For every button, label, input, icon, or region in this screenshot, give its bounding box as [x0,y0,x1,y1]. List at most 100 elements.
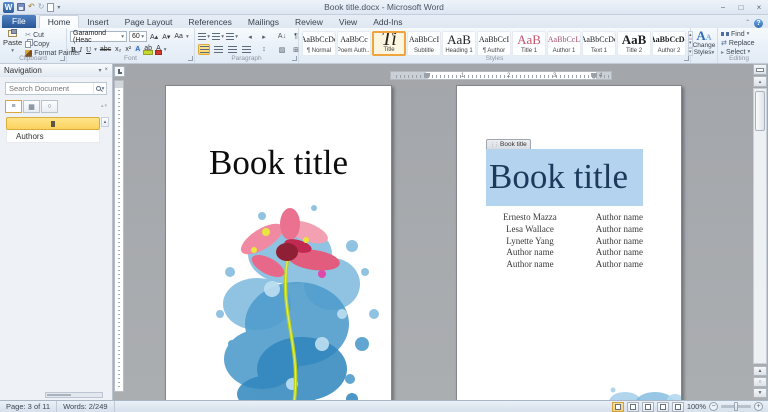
search-input[interactable] [6,84,93,93]
justify-button[interactable] [240,44,252,55]
tab-stop-selector[interactable] [114,66,125,77]
align-center-button[interactable] [212,44,224,55]
author-name-cell[interactable]: Author name [574,224,643,236]
author-name-cell[interactable]: Ernesto Mazza [486,212,574,224]
italic-button[interactable]: I [79,46,83,54]
bold-button[interactable]: B [70,46,77,54]
style-normal[interactable]: AaBbCcDc ¶ Normal [302,31,336,56]
author-name-cell[interactable]: Lesa Wallace [486,224,574,236]
pane-close-icon[interactable]: × [104,67,108,73]
browse-results-tab[interactable]: ○ [41,100,58,113]
author-name-cell[interactable]: Author name [486,259,574,271]
highlight-button[interactable]: ab [143,45,153,55]
bullets-button[interactable]: ▾ [198,31,210,42]
author-name-cell[interactable]: Lynette Yang [486,236,574,248]
fullscreen-reading-view-button[interactable] [627,402,639,412]
align-right-button[interactable] [226,44,238,55]
tab-file[interactable]: File [2,15,36,28]
selected-title-text[interactable]: Book title [486,149,643,206]
font-size-select[interactable]: 60 ▾ [129,31,147,42]
minimize-button[interactable]: − [714,1,732,13]
nav-hscroll-thumb[interactable] [47,394,71,396]
scrollbar-thumb[interactable] [755,91,765,131]
paragraph-dialog-launcher[interactable] [292,56,297,61]
replace-button[interactable]: ⇄ Replace [721,39,757,47]
close-button[interactable]: × [750,1,768,13]
browse-pages-tab[interactable]: ▦ [23,100,40,113]
numbering-button[interactable]: ▾ [212,31,224,42]
zoom-slider[interactable] [721,405,751,408]
draft-view-button[interactable] [672,402,684,412]
clipboard-dialog-launcher[interactable] [60,56,65,61]
outline-view-button[interactable] [657,402,669,412]
nav-horizontal-scrollbar[interactable] [45,392,103,398]
tab-review[interactable]: Review [287,16,331,28]
shading-button[interactable]: ▨ [276,44,288,55]
font-dialog-launcher[interactable] [188,56,193,61]
zoom-in-button[interactable]: + [754,402,763,411]
quick-print-icon[interactable] [47,3,54,12]
next-result-icon[interactable]: ▾ [104,104,107,109]
nav-item-authors[interactable]: Authors [6,130,100,143]
shrink-font-button[interactable]: A▾ [161,33,171,41]
superscript-button[interactable]: x² [124,46,132,53]
content-control-tab[interactable]: ⋮⋮ Book title [486,139,531,149]
style-subtitle[interactable]: AaBbCcI Subtitle [407,31,441,56]
tab-addins[interactable]: Add-Ins [365,16,410,28]
tab-references[interactable]: References [180,16,239,28]
font-color-button[interactable]: A [155,45,162,55]
watercolor-flower-image[interactable] [202,194,392,405]
grow-font-button[interactable]: A▴ [149,33,159,41]
style-poem-author[interactable]: AaBbCc Poem Auth... [337,31,371,56]
author-name-cell[interactable]: Author name [574,236,643,248]
tab-insert[interactable]: Insert [79,16,116,28]
style-author-2[interactable]: AaBbCcDc Author 2 [652,31,686,56]
help-icon[interactable]: ? [754,19,763,28]
undo-icon[interactable]: ↶ [28,3,35,11]
paste-button[interactable]: Paste ▾ [3,30,22,54]
word-count-indicator[interactable]: Words: 2/249 [57,401,114,412]
left-page-title[interactable]: Book title [166,143,391,183]
zoom-slider-thumb[interactable] [734,402,738,411]
page-indicator[interactable]: Page: 3 of 11 [0,401,57,412]
underline-button[interactable]: U [85,46,92,54]
tab-view[interactable]: View [331,16,365,28]
line-spacing-button[interactable]: ↕ [258,44,270,55]
print-layout-view-button[interactable] [612,402,624,412]
style-title-2[interactable]: AaB Title 2 [617,31,651,56]
tab-page-layout[interactable]: Page Layout [117,16,181,28]
content-control-handle-icon[interactable]: ⋮⋮ [490,142,498,148]
styles-dialog-launcher[interactable] [684,56,689,61]
style-heading-1[interactable]: AaB Heading 1 [442,31,476,56]
scrollbar-track[interactable] [753,88,767,364]
customize-qat-icon[interactable]: ▾ [57,4,60,11]
decrease-indent-button[interactable]: ◂ [244,31,256,42]
select-browse-object-button[interactable]: ○ [753,377,767,387]
ruler-toggle-button[interactable] [753,64,767,75]
style-title-1[interactable]: AaB Title 1 [512,31,546,56]
minimize-ribbon-icon[interactable]: ˆ [746,21,749,27]
browse-headings-tab[interactable]: ≡ [5,100,22,113]
previous-page-button[interactable]: ▲ [753,366,767,376]
change-styles-button[interactable]: AA Change Styles▾ [691,28,718,63]
style-text-1[interactable]: AaBbCcDc Text 1 [582,31,616,56]
align-left-button[interactable] [198,44,210,55]
find-button[interactable]: Find ▾ [721,30,757,38]
change-case-button[interactable]: Aa [173,33,184,40]
tab-home[interactable]: Home [39,15,80,28]
previous-result-icon[interactable]: ▴ [101,104,104,109]
nav-item-title-selected[interactable] [6,117,100,130]
strikethrough-button[interactable]: abc [99,46,112,53]
author-name-cell[interactable]: Author name [574,259,643,271]
search-button[interactable]: ▾ [93,83,106,94]
style-author-1[interactable]: AaBbCcL Author 1 [547,31,581,56]
author-name-cell[interactable]: Author name [574,212,643,224]
nav-list-scroll-up-icon[interactable]: ▴ [101,117,109,127]
next-page-button[interactable]: ▼ [753,388,767,398]
subscript-button[interactable]: x₂ [114,46,122,53]
save-icon[interactable] [17,3,25,11]
pane-options-icon[interactable]: ▾ [98,67,101,74]
font-family-select[interactable]: Garamond (Heac ▾ [70,31,127,42]
web-layout-view-button[interactable] [642,402,654,412]
style-title-selected[interactable]: Ti Title [372,31,406,56]
